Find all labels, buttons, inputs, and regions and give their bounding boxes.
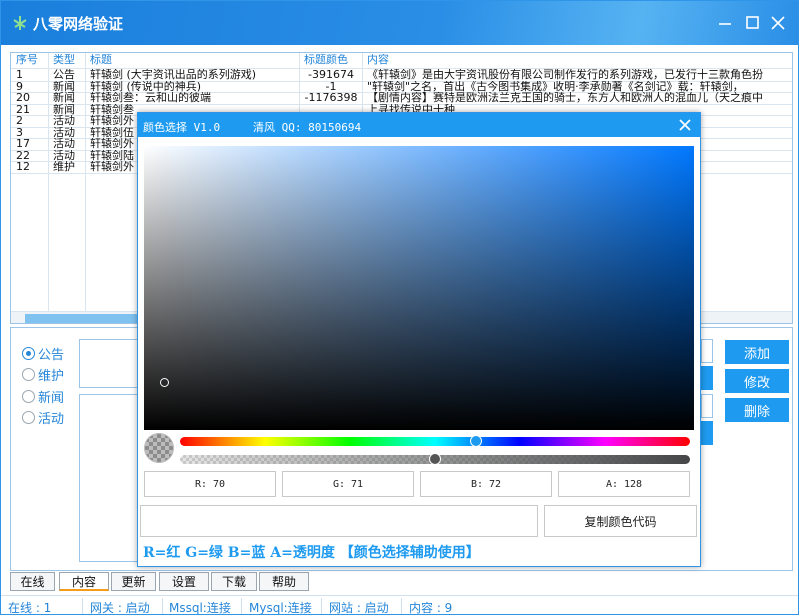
radio-dot[interactable] [22,390,35,403]
maximize-icon[interactable] [743,13,763,33]
radio-event[interactable]: 活动 [22,408,64,427]
side-action-1[interactable] [701,366,713,390]
tab-online[interactable]: 在线 [10,572,55,591]
cell-id[interactable]: 20 [16,92,48,104]
status-mssql: Mssql:连接 [169,601,231,615]
column-header-id[interactable]: 序号 [16,54,38,66]
radio-dot[interactable] [22,347,35,360]
cell-type[interactable]: 新闻 [53,92,85,104]
copy-color-code-button[interactable]: 复制颜色代码 [544,505,697,537]
cell-id[interactable]: 12 [16,161,48,173]
radio-announcement[interactable]: 公告 [22,344,64,363]
status-content-count: 内容 : 9 [409,601,453,615]
status-mysql: Mysql:连接 [249,601,312,615]
red-channel-field[interactable]: R: 70 [144,471,276,497]
hue-slider-handle[interactable] [469,435,482,447]
cell-type[interactable]: 活动 [53,150,85,162]
status-website: 网站 : 启动 [329,601,389,615]
cell-id[interactable]: 22 [16,150,48,162]
tab-download[interactable]: 下载 [211,572,257,591]
blue-channel-field[interactable]: B: 72 [420,471,552,497]
radio-label: 维护 [38,369,65,384]
radio-dot[interactable] [22,411,35,424]
side-action-2[interactable] [701,421,713,445]
add-button[interactable]: 添加 [725,340,789,364]
alpha-slider[interactable] [180,453,690,465]
cell-id[interactable]: 21 [16,104,48,116]
alpha-slider-handle[interactable] [429,453,441,465]
cell-type[interactable]: 维护 [53,161,85,173]
column-header-title-color[interactable]: 标题颜色 [304,54,348,66]
column-header-type[interactable]: 类型 [53,54,75,66]
alpha-channel-field[interactable]: A: 128 [558,471,690,497]
app-logo-icon [13,16,27,30]
column-header-title[interactable]: 标题 [90,54,112,66]
tab-help[interactable]: 帮助 [259,572,309,591]
app-window: 八零网络验证 序号 类型 标题 标题颜色 内容 1 公告 轩辕剑 (大宇资讯出品的系… [0,0,799,615]
picker-cursor[interactable] [160,378,169,387]
cell-type[interactable]: 活动 [53,138,85,150]
close-window-icon[interactable] [768,13,788,33]
cell-title-color[interactable]: -391674 [304,69,358,81]
title-bar[interactable]: 八零网络验证 [1,1,798,45]
cell-type[interactable]: 公告 [53,69,85,81]
delete-button[interactable]: 删除 [725,398,789,422]
content-input[interactable] [79,394,143,562]
cell-id[interactable]: 2 [16,115,48,127]
radio-dot[interactable] [22,368,35,381]
cell-type[interactable]: 活动 [53,127,85,139]
dialog-author-qq: 清风 QQ: 80150694 [253,121,362,134]
radio-label: 活动 [38,412,65,427]
cell-title[interactable]: 轩辕剑 (传说中的神兵) [90,81,295,93]
dialog-close-icon[interactable] [678,118,692,132]
radio-news[interactable]: 新闻 [22,387,64,406]
field-input-2[interactable] [701,394,713,418]
cell-title[interactable]: 轩辕剑叁：云和山的彼端 [90,92,295,104]
cell-content[interactable]: "轩辕剑"之名，首出《古今图书集成》收明·李承勋著《名剑记》载：轩辕剑， [367,81,792,93]
color-preview-swatch [144,433,174,463]
cell-id[interactable]: 17 [16,138,48,150]
field-input-1[interactable] [701,339,713,363]
cell-id[interactable]: 3 [16,127,48,139]
cell-type[interactable]: 新闻 [53,104,85,116]
edit-button[interactable]: 修改 [725,369,789,393]
status-online: 在线 : 1 [8,601,52,615]
radio-label: 新闻 [38,391,65,406]
radio-label: 公告 [38,348,65,363]
tab-update[interactable]: 更新 [111,572,156,591]
cell-id[interactable]: 9 [16,81,48,93]
radio-maintenance[interactable]: 维护 [22,365,64,384]
saturation-value-picker[interactable] [144,146,694,430]
cell-type[interactable]: 活动 [53,115,85,127]
channel-legend: R=红 G=绿 B=蓝 A=透明度 【颜色选择辅助使用】 [143,545,480,561]
status-bar: 在线 : 1 网关 : 启动 Mssql:连接 Mysql:连接 网站 : 启动… [1,595,798,615]
dialog-title: 颜色选择 V1.0 [143,121,221,134]
title-input[interactable] [79,339,143,388]
cell-title-color[interactable]: -1176398 [304,92,358,104]
tab-content[interactable]: 内容 [59,572,109,591]
tab-settings[interactable]: 设置 [159,572,209,591]
green-channel-field[interactable]: G: 71 [282,471,414,497]
status-gateway: 网关 : 启动 [90,601,150,615]
color-code-field[interactable] [140,505,538,537]
cell-content[interactable]: 【剧情内容】赛特是欧洲法兰克王国的骑士，东方人和欧洲人的混血儿（天之痕中 [367,92,792,104]
cell-title-color[interactable]: -1 [304,81,358,93]
dialog-title-bar[interactable]: 颜色选择 V1.0 清风 QQ: 80150694 [138,113,700,137]
app-title: 八零网络验证 [33,15,124,33]
cell-content[interactable]: 《轩辕剑》是由大宇资讯股份有限公司制作发行的系列游戏，已发行十三款角色扮 [367,69,792,81]
cell-type[interactable]: 新闻 [53,81,85,93]
color-picker-dialog: 颜色选择 V1.0 清风 QQ: 80150694 R: 70 G: 71 B:… [137,112,701,567]
cell-title[interactable]: 轩辕剑 (大宇资讯出品的系列游戏) [90,69,295,81]
column-header-content[interactable]: 内容 [367,54,389,66]
hue-slider[interactable] [180,435,690,447]
cell-id[interactable]: 1 [16,69,48,81]
minimize-icon[interactable] [715,13,735,33]
